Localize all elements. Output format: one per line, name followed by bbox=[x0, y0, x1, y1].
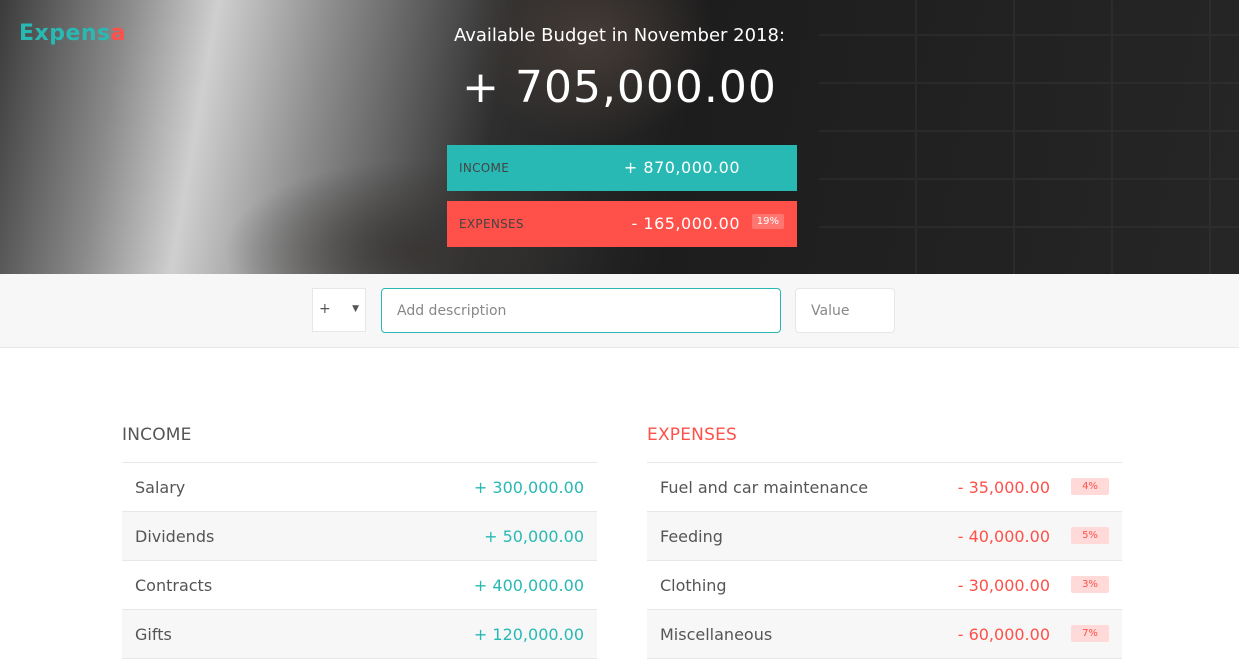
add-entry-bar: + ▼ bbox=[0, 274, 1239, 348]
income-summary: INCOME + 870,000.00 bbox=[447, 145, 797, 191]
list-item[interactable]: Miscellaneous - 60,000.00 7% bbox=[647, 610, 1122, 659]
budget-value: + 705,000.00 bbox=[462, 62, 777, 113]
expenses-column: EXPENSES Fuel and car maintenance - 35,0… bbox=[647, 425, 1122, 659]
description-input[interactable] bbox=[381, 288, 781, 333]
item-percentage-badge: 7% bbox=[1071, 625, 1109, 642]
item-description: Feeding bbox=[660, 527, 723, 546]
item-description: Dividends bbox=[135, 527, 215, 546]
item-value: - 30,000.00 bbox=[957, 576, 1050, 595]
expenses-list: Fuel and car maintenance - 35,000.00 4% … bbox=[647, 462, 1122, 659]
item-description: Contracts bbox=[135, 576, 213, 595]
item-description: Salary bbox=[135, 478, 186, 497]
item-value: - 40,000.00 bbox=[957, 527, 1050, 546]
list-item[interactable]: Fuel and car maintenance - 35,000.00 4% bbox=[647, 463, 1122, 512]
income-list: Salary + 300,000.00 Dividends + 50,000.0… bbox=[122, 462, 597, 659]
item-percentage-badge: 4% bbox=[1071, 478, 1109, 495]
item-description: Fuel and car maintenance bbox=[660, 478, 869, 497]
income-list-title: INCOME bbox=[122, 425, 192, 445]
list-item[interactable]: Gifts + 120,000.00 bbox=[122, 610, 597, 659]
income-column: INCOME Salary + 300,000.00 Dividends + 5… bbox=[122, 425, 597, 659]
item-description: Miscellaneous bbox=[660, 625, 773, 644]
item-percentage-badge: 5% bbox=[1071, 527, 1109, 544]
budget-title: Available Budget in November 2018: bbox=[453, 25, 786, 46]
income-summary-label: INCOME bbox=[459, 161, 510, 175]
list-item[interactable]: Dividends + 50,000.00 bbox=[122, 512, 597, 561]
expenses-percentage-badge: 19% bbox=[751, 214, 784, 229]
list-item[interactable]: Contracts + 400,000.00 bbox=[122, 561, 597, 610]
value-input[interactable] bbox=[795, 288, 895, 333]
item-value: - 35,000.00 bbox=[957, 478, 1050, 497]
list-item[interactable]: Salary + 300,000.00 bbox=[122, 463, 597, 512]
expenses-summary: EXPENSES - 165,000.00 19% bbox=[447, 201, 797, 247]
expenses-summary-value: - 165,000.00 bbox=[631, 214, 740, 233]
item-percentage-badge: 3% bbox=[1071, 576, 1109, 593]
item-value: - 60,000.00 bbox=[957, 625, 1050, 644]
income-summary-value: + 870,000.00 bbox=[623, 158, 740, 177]
type-select-value: + bbox=[319, 301, 331, 317]
item-value: + 50,000.00 bbox=[484, 527, 584, 546]
item-value: + 300,000.00 bbox=[473, 478, 584, 497]
budget-header: Expensa Available Budget in November 201… bbox=[0, 0, 1239, 274]
chevron-down-icon: ▼ bbox=[352, 304, 359, 314]
item-value: + 400,000.00 bbox=[473, 576, 584, 595]
item-value: + 120,000.00 bbox=[473, 625, 584, 644]
expenses-summary-label: EXPENSES bbox=[459, 217, 524, 231]
list-item[interactable]: Clothing - 30,000.00 3% bbox=[647, 561, 1122, 610]
list-item[interactable]: Feeding - 40,000.00 5% bbox=[647, 512, 1122, 561]
expenses-list-title: EXPENSES bbox=[647, 425, 738, 445]
item-description: Clothing bbox=[660, 576, 727, 595]
item-description: Gifts bbox=[135, 625, 172, 644]
type-select[interactable]: + ▼ bbox=[312, 288, 366, 332]
